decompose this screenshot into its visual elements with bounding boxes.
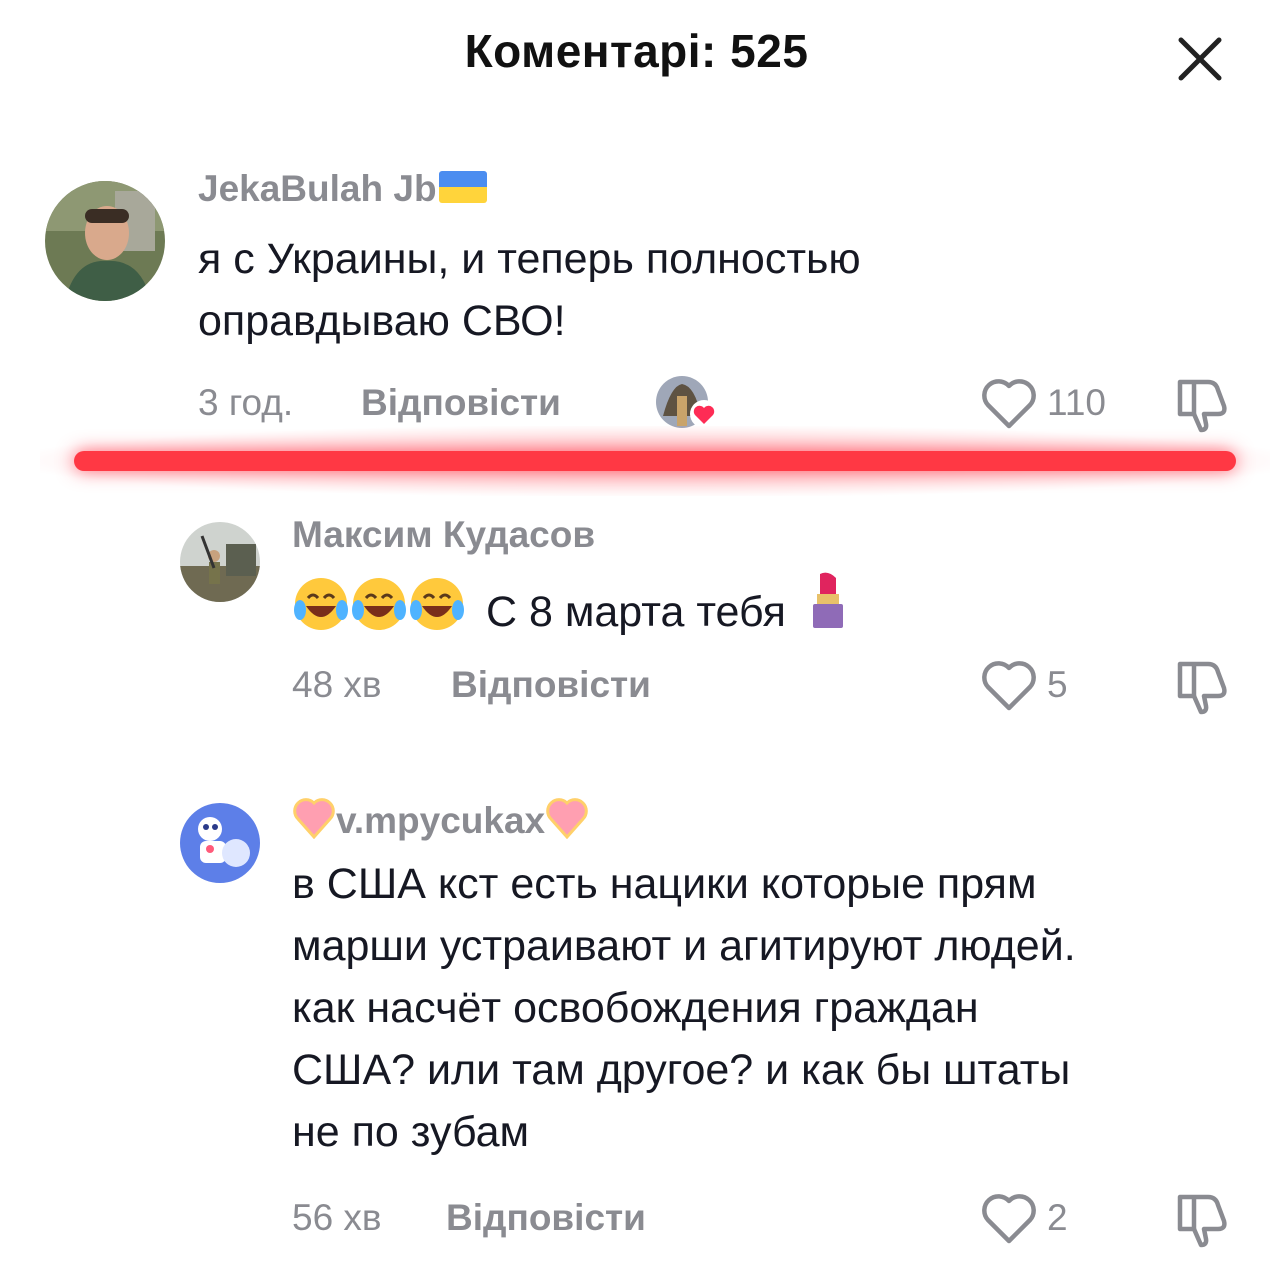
comment-text: я с Украины, и теперь полностью оправдыв… bbox=[198, 235, 861, 345]
avatar[interactable] bbox=[180, 803, 260, 883]
avatar[interactable] bbox=[45, 181, 165, 301]
comment-time: 56 хв bbox=[292, 1197, 382, 1238]
reply-button[interactable]: Відповісти bbox=[361, 382, 561, 424]
comment-username[interactable]: Максим Кудасов bbox=[292, 514, 595, 556]
creator-liked-badge bbox=[655, 376, 719, 430]
ukraine-flag-icon bbox=[438, 171, 487, 203]
comment-username[interactable]: v.mpycukax bbox=[292, 797, 589, 848]
heart-icon[interactable] bbox=[980, 1193, 1038, 1245]
comment-text: в США кст есть нацики которые прям марши… bbox=[292, 860, 1076, 1156]
comment-time: 3 год. bbox=[198, 382, 294, 423]
highlight-line bbox=[74, 451, 1236, 471]
avatar[interactable] bbox=[180, 522, 260, 602]
dislike-icon[interactable] bbox=[1172, 656, 1230, 716]
lipstick-emoji-icon bbox=[806, 570, 850, 649]
comment-text: С 8 марта тебя bbox=[292, 570, 1192, 649]
heart-emoji-icon bbox=[292, 797, 336, 848]
heart-icon[interactable] bbox=[980, 660, 1038, 712]
like-count: 5 bbox=[1047, 664, 1068, 705]
comment-username[interactable]: JekaBulah Jb bbox=[198, 168, 487, 210]
close-icon[interactable] bbox=[1175, 34, 1225, 84]
reply-button[interactable]: Відповісти bbox=[451, 664, 651, 706]
reply-button[interactable]: Відповісти bbox=[446, 1197, 646, 1239]
like-count: 110 bbox=[1047, 382, 1106, 423]
like-count: 2 bbox=[1047, 1197, 1068, 1238]
laughing-emoji-icon bbox=[292, 572, 466, 649]
comment-time: 48 хв bbox=[292, 664, 382, 705]
comments-title: Коментарі: 525 bbox=[464, 25, 809, 77]
heart-icon[interactable] bbox=[980, 378, 1038, 430]
dislike-icon[interactable] bbox=[1172, 374, 1230, 434]
heart-emoji-icon bbox=[545, 797, 589, 848]
dislike-icon[interactable] bbox=[1172, 1189, 1230, 1249]
comments-panel: Коментарі: 525 JekaBulah Jb я с Украины,… bbox=[0, 0, 1273, 1280]
